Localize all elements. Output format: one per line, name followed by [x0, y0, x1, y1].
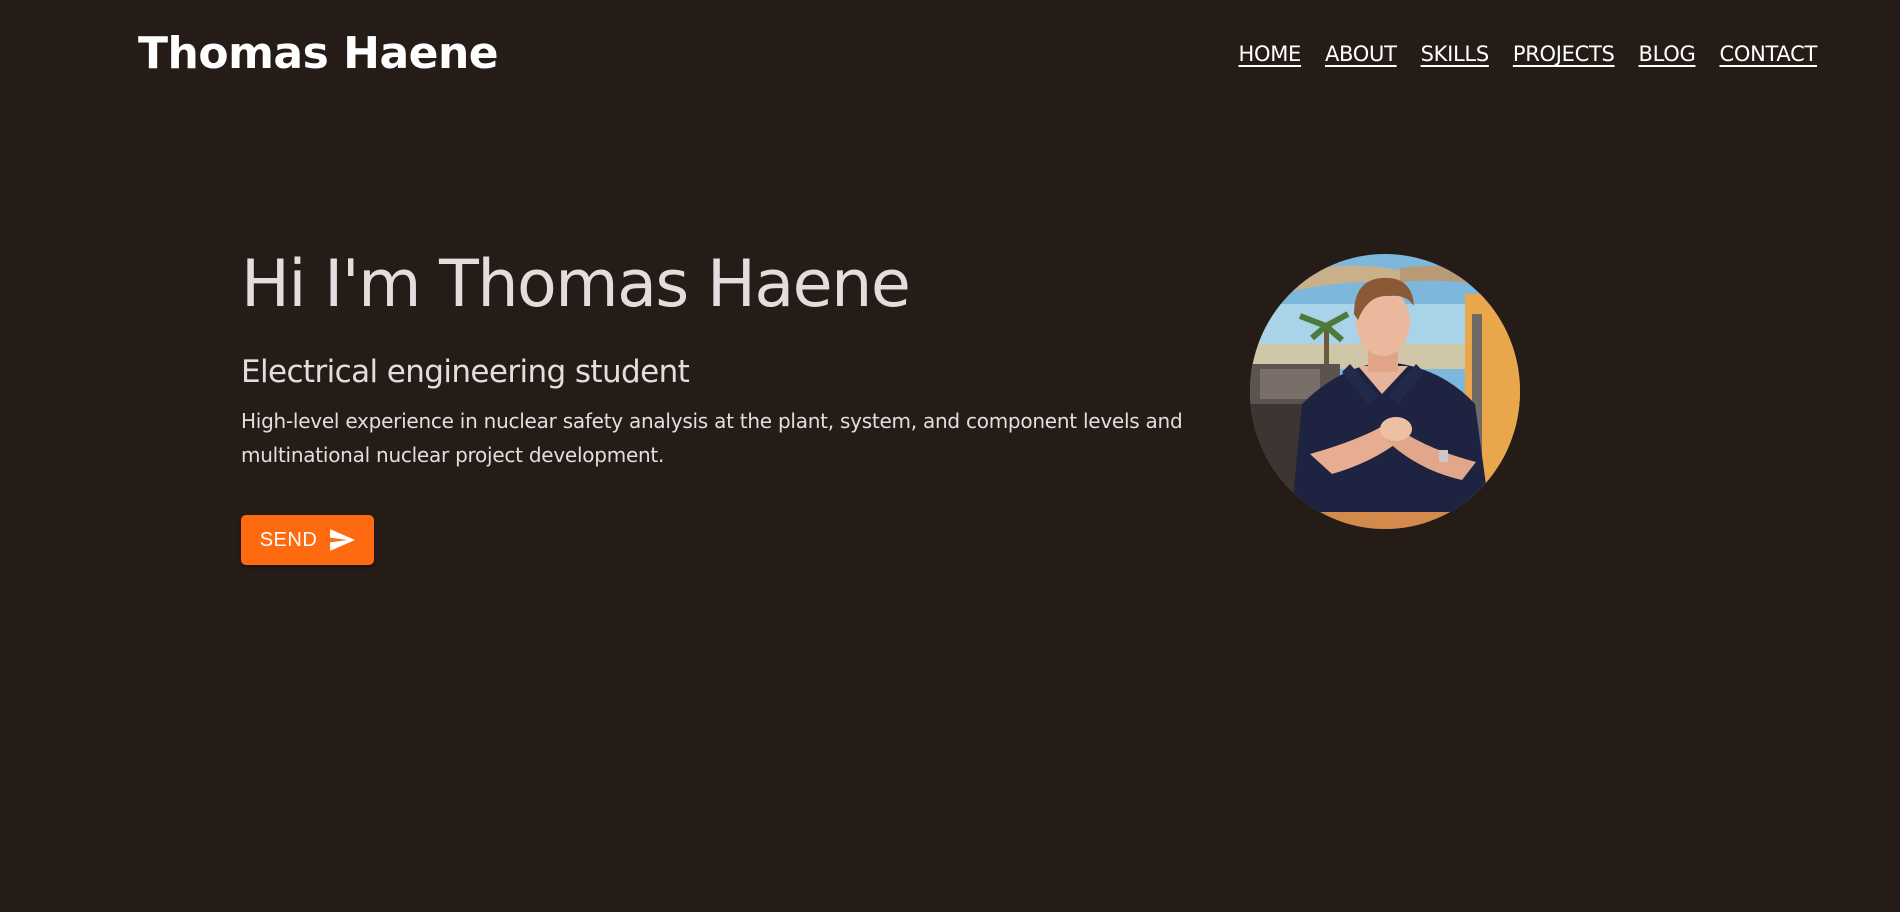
send-icon — [329, 529, 356, 551]
nav-skills-link[interactable]: SKILLS — [1421, 38, 1490, 70]
nav-projects-link[interactable]: PROJECTS — [1513, 38, 1615, 70]
nav-home-link[interactable]: HOME — [1238, 38, 1301, 70]
profile-photo — [1250, 254, 1520, 529]
hero-subtitle: Electrical engineering student — [241, 354, 690, 390]
send-button-label: SEND — [259, 528, 318, 551]
hero-title: Hi I'm Thomas Haene — [241, 247, 911, 322]
hero-description: High-level experience in nuclear safety … — [241, 409, 1183, 467]
send-button[interactable]: SEND — [241, 515, 374, 565]
site-header: Thomas Haene HOME ABOUT SKILLS PROJECTS … — [0, 0, 1900, 110]
nav-about-link[interactable]: ABOUT — [1325, 38, 1397, 70]
nav-blog-link[interactable]: BLOG — [1639, 38, 1696, 70]
main-nav: HOME ABOUT SKILLS PROJECTS BLOG CONTACT — [1238, 38, 1817, 70]
site-brand[interactable]: Thomas Haene — [138, 26, 499, 82]
nav-contact-link[interactable]: CONTACT — [1720, 38, 1818, 70]
hero-section: Hi I'm Thomas Haene Electrical engineeri… — [241, 238, 1201, 472]
